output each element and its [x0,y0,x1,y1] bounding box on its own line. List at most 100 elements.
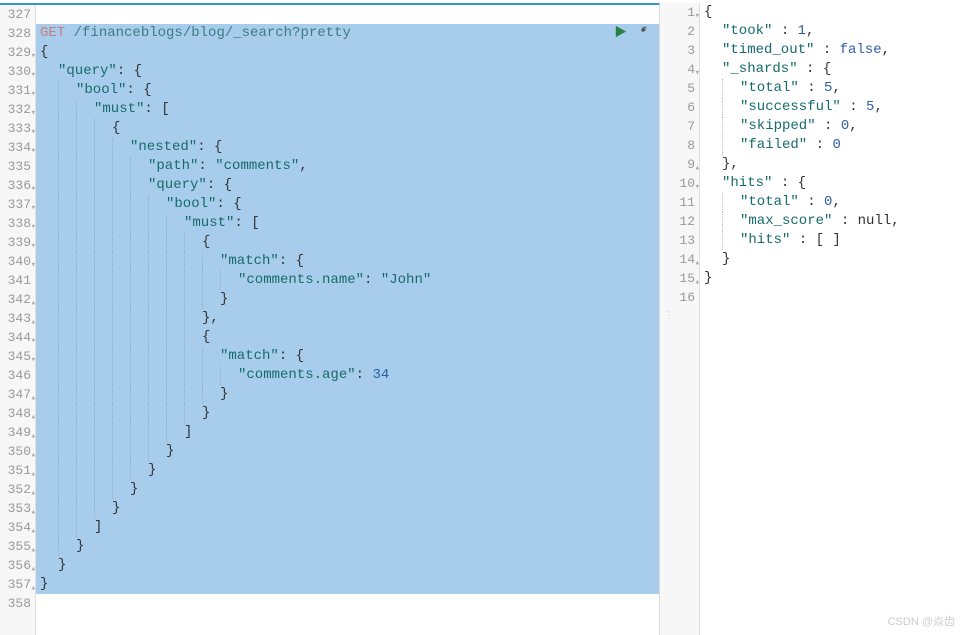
line-number: 355 [0,537,35,556]
code-line: ] [36,518,659,537]
line-number: 358 [0,594,35,613]
code-line: } [36,556,659,575]
code-line: "must": [ [36,214,659,233]
line-number: 349 [0,423,35,442]
line-number: 336 [0,176,35,195]
code-line: } [36,575,659,594]
request-gutter: 3273283293303313323333343353363373383393… [0,5,36,635]
line-number: 12 [660,212,699,231]
code-line: { [36,119,659,138]
code-line: { [36,328,659,347]
code-line: "_shards" : { [700,60,961,79]
code-line: }, [36,309,659,328]
code-line: "bool": { [36,195,659,214]
code-line: "total" : 0, [700,193,961,212]
code-line: "timed_out" : false, [700,41,961,60]
line-number: 341 [0,271,35,290]
code-line: "successful" : 5, [700,98,961,117]
code-line: "bool": { [36,81,659,100]
code-line: "comments.name": "John" [36,271,659,290]
line-number: 354 [0,518,35,537]
code-line: } [36,442,659,461]
code-line: } [700,250,961,269]
request-panel: 3273283293303313323333343353363373383393… [0,3,660,635]
line-number: 2 [660,22,699,41]
line-number: 330 [0,62,35,81]
line-number: 9 [660,155,699,174]
line-number: 11 [660,193,699,212]
resize-handle[interactable]: ⋮ [664,315,674,318]
code-line: "match": { [36,347,659,366]
run-icon[interactable] [613,24,628,39]
line-number: 15 [660,269,699,288]
line-number: 351 [0,461,35,480]
line-number: 3 [660,41,699,60]
code-line: "took" : 1, [700,22,961,41]
http-method: GET [40,25,65,41]
code-line: { [36,233,659,252]
code-line: }, [700,155,961,174]
line-number: 331 [0,81,35,100]
code-line: "hits" : { [700,174,961,193]
code-line [36,594,659,613]
code-line: } [36,537,659,556]
code-line: } [36,499,659,518]
line-number: 356 [0,556,35,575]
code-line [36,5,659,24]
code-line: { [36,43,659,62]
code-line: ] [36,423,659,442]
line-number: 344 [0,328,35,347]
line-number: 14 [660,250,699,269]
code-line: "total" : 5, [700,79,961,98]
code-line: } [36,480,659,499]
line-number: 357 [0,575,35,594]
line-number: 7 [660,117,699,136]
code-line: } [36,385,659,404]
line-number: 340 [0,252,35,271]
code-line: "query": { [36,62,659,81]
wrench-icon[interactable] [634,24,649,39]
code-line: } [700,269,961,288]
code-line: "path": "comments", [36,157,659,176]
code-line: "skipped" : 0, [700,117,961,136]
line-number: 339 [0,233,35,252]
line-number: 6 [660,98,699,117]
code-line: "nested": { [36,138,659,157]
code-line: "query": { [36,176,659,195]
request-actions [613,24,649,39]
code-line: "failed" : 0 [700,136,961,155]
line-number: 329 [0,43,35,62]
code-line: } [36,290,659,309]
watermark: CSDN @焱齿 [888,613,955,629]
code-line: { [700,3,961,22]
line-number: 13 [660,231,699,250]
line-number: 342 [0,290,35,309]
line-number: 327 [0,5,35,24]
line-number: 334 [0,138,35,157]
code-line [700,288,961,307]
line-number: 352 [0,480,35,499]
line-number: 350 [0,442,35,461]
line-number: 4 [660,60,699,79]
line-number: 332 [0,100,35,119]
request-path: /financeblogs/blog/_search?pretty [65,25,351,41]
response-viewer[interactable]: {"took" : 1,"timed_out" : false,"_shards… [700,3,961,635]
line-number: 8 [660,136,699,155]
request-editor[interactable]: GET /financeblogs/blog/_search?pretty{"q… [36,5,659,635]
response-panel: 12345678910111213141516 {"took" : 1,"tim… [660,3,961,635]
line-number: 10 [660,174,699,193]
line-number: 338 [0,214,35,233]
code-line: GET /financeblogs/blog/_search?pretty [36,24,659,43]
code-line: } [36,404,659,423]
line-number: 347 [0,385,35,404]
line-number: 346 [0,366,35,385]
line-number: 328 [0,24,35,43]
line-number: 1 [660,3,699,22]
line-number: 5 [660,79,699,98]
line-number: 345 [0,347,35,366]
line-number: 333 [0,119,35,138]
line-number: 16 [660,288,699,307]
code-line: "max_score" : null, [700,212,961,231]
line-number: 348 [0,404,35,423]
code-line: "match": { [36,252,659,271]
